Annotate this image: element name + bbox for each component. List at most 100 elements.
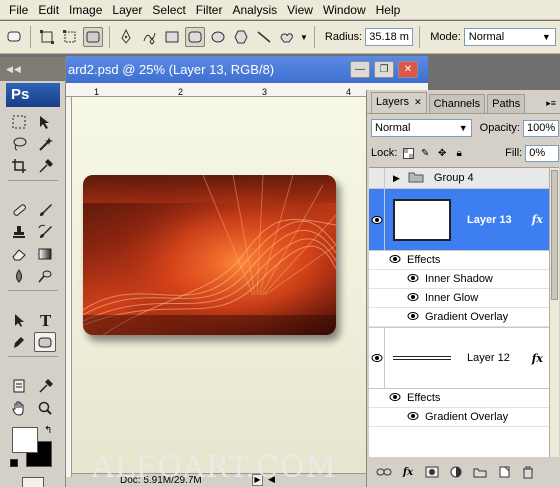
path-selection-icon[interactable] (8, 310, 30, 330)
menu-filter[interactable]: Filter (191, 0, 228, 20)
menu-window[interactable]: Window (318, 0, 371, 20)
menu-file[interactable]: File (4, 0, 33, 20)
healing-brush-icon[interactable] (8, 200, 30, 220)
eye-icon[interactable] (407, 292, 419, 305)
menu-edit[interactable]: Edit (33, 0, 64, 20)
fx-icon[interactable]: fx (532, 352, 543, 365)
restore-icon[interactable]: ❐ (374, 61, 394, 78)
close-icon[interactable]: ✕ (414, 97, 422, 107)
quick-mask-button[interactable] (22, 477, 44, 487)
swap-colors-icon[interactable]: ↰ (44, 425, 52, 436)
crop-tool-icon[interactable] (8, 156, 30, 176)
document-title-bar[interactable]: ard2.psd @ 25% (Layer 13, RGB/8) — ❐ ✕ (66, 56, 428, 83)
effect-item[interactable]: Inner Glow (369, 289, 549, 308)
rounded-rectangle-icon[interactable] (185, 27, 205, 47)
layer-row-layer12[interactable]: Layer 12 fx (369, 327, 549, 389)
menu-analysis[interactable]: Analysis (227, 0, 282, 20)
minimize-icon[interactable]: — (350, 61, 370, 78)
tab-layers[interactable]: Layers ✕ (371, 92, 427, 113)
fx-icon[interactable]: fx (532, 213, 543, 226)
menu-help[interactable]: Help (371, 0, 406, 20)
blur-tool-icon[interactable] (8, 266, 30, 286)
ellipse-icon[interactable] (208, 27, 228, 47)
visibility-toggle-empty[interactable] (369, 168, 385, 188)
zoom-tool-icon[interactable] (34, 398, 56, 418)
eye-icon[interactable] (407, 273, 419, 286)
type-tool-icon[interactable]: T (34, 310, 56, 330)
lock-position-icon[interactable]: ✥ (436, 147, 448, 160)
menu-image[interactable]: Image (64, 0, 107, 20)
history-brush-icon[interactable] (34, 222, 56, 242)
eye-icon[interactable] (369, 328, 385, 388)
radius-input[interactable]: 35.18 m (365, 28, 414, 46)
delete-layer-icon[interactable] (519, 464, 537, 480)
photoshop-logo[interactable]: Ps (6, 83, 60, 107)
tab-paths[interactable]: Paths (487, 94, 526, 113)
effect-item[interactable]: Inner Shadow (369, 270, 549, 289)
layer-row-group[interactable]: ▶ Group 4 (369, 168, 549, 189)
dodge-tool-icon[interactable] (34, 266, 56, 286)
lock-transparency-icon[interactable] (402, 147, 414, 160)
polygon-icon[interactable] (231, 27, 251, 47)
eraser-tool-icon[interactable] (8, 244, 30, 264)
tab-channels[interactable]: Channels (428, 94, 486, 113)
eye-icon[interactable] (389, 392, 401, 405)
move-tool-icon[interactable] (34, 112, 56, 132)
lasso-tool-icon[interactable] (8, 134, 30, 154)
effect-item[interactable]: Gradient Overlay (369, 408, 549, 427)
blend-mode-select[interactable]: Normal ▼ (371, 119, 472, 137)
scrollbar-thumb[interactable] (551, 170, 558, 300)
mode-select[interactable]: Normal ▼ (463, 28, 556, 46)
eye-icon[interactable] (407, 411, 419, 424)
layers-scrollbar[interactable] (549, 168, 559, 457)
default-colors-icon[interactable] (10, 459, 18, 467)
layer-row-layer13[interactable]: Layer 13 fx (369, 189, 549, 251)
menu-view[interactable]: View (282, 0, 318, 20)
eye-icon[interactable] (407, 311, 419, 324)
notes-tool-icon[interactable] (8, 376, 30, 396)
gradient-tool-icon[interactable] (34, 244, 56, 264)
eye-icon[interactable] (369, 189, 385, 250)
fill-pixels-icon[interactable] (83, 27, 103, 47)
line-icon[interactable] (254, 27, 274, 47)
freeform-pen-icon[interactable] (139, 27, 159, 47)
eyedropper-icon[interactable] (34, 376, 56, 396)
chevron-down-icon[interactable]: ▼ (300, 33, 308, 42)
clone-stamp-icon[interactable] (8, 222, 30, 242)
effect-item[interactable]: Gradient Overlay (369, 308, 549, 327)
lock-image-pixels-icon[interactable]: ✎ (419, 147, 431, 160)
eyedropper-icon[interactable] (34, 156, 56, 176)
rounded-rectangle-tool-icon[interactable] (34, 332, 56, 352)
tools-panel-header[interactable]: ◀◀ (0, 57, 65, 81)
paths-mode-icon[interactable] (60, 27, 80, 47)
effects-header[interactable]: Effects (369, 389, 549, 408)
new-layer-icon[interactable] (495, 464, 513, 480)
opacity-input[interactable]: 100% (523, 119, 559, 137)
rectangle-shape-icon[interactable] (162, 27, 182, 47)
magic-wand-icon[interactable] (34, 134, 56, 154)
eye-icon[interactable] (389, 254, 401, 267)
pen-tool-icon[interactable] (8, 332, 30, 352)
add-mask-icon[interactable] (423, 464, 441, 480)
tool-preset-picker[interactable] (4, 27, 24, 47)
expand-triangle-icon[interactable]: ▶ (393, 173, 400, 184)
lock-all-icon[interactable]: 🔒︎ (453, 147, 465, 160)
custom-shape-icon[interactable] (277, 27, 297, 47)
effects-header[interactable]: Effects (369, 251, 549, 270)
collapse-icon[interactable]: ◀◀ (6, 64, 22, 75)
shape-layers-icon[interactable] (37, 27, 57, 47)
new-group-icon[interactable] (471, 464, 489, 480)
marquee-tool-icon[interactable] (8, 112, 30, 132)
close-icon[interactable]: ✕ (398, 61, 418, 78)
foreground-color-swatch[interactable] (12, 427, 38, 453)
menu-layer[interactable]: Layer (107, 0, 147, 20)
menu-select[interactable]: Select (147, 0, 190, 20)
link-layers-icon[interactable] (375, 464, 393, 480)
adjustment-layer-icon[interactable] (447, 464, 465, 480)
brush-tool-icon[interactable] (34, 200, 56, 220)
fill-input[interactable]: 0% (525, 144, 559, 162)
panel-menu-icon[interactable]: ▸≡ (546, 98, 556, 109)
hand-tool-icon[interactable] (8, 398, 30, 418)
add-layer-style-icon[interactable]: fx (399, 464, 417, 480)
pen-tool-icon[interactable] (116, 27, 136, 47)
